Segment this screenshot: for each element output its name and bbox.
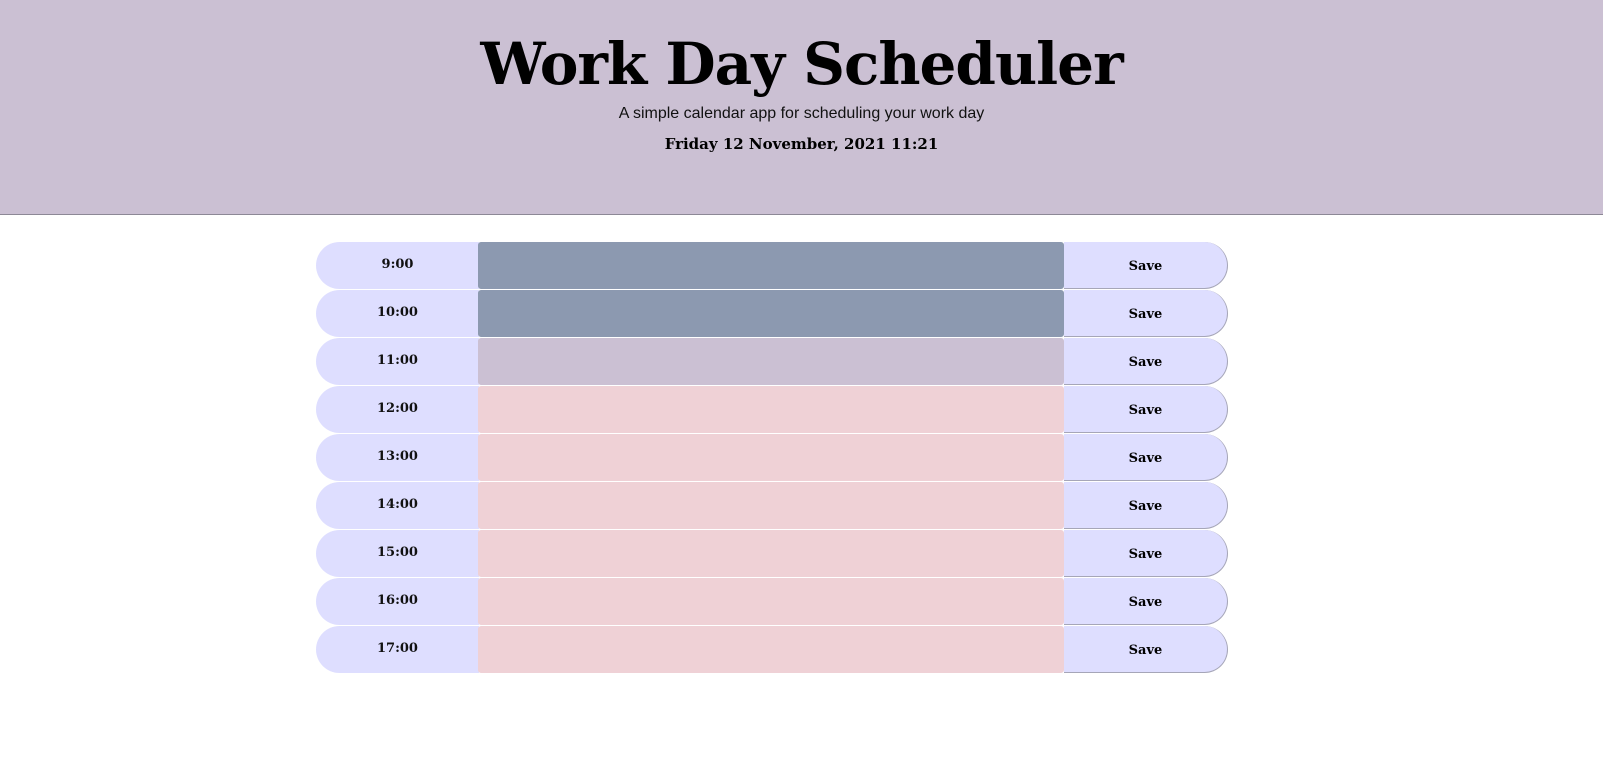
header-banner: Work Day Scheduler A simple calendar app… xyxy=(0,0,1603,215)
description-input[interactable] xyxy=(478,434,1064,481)
description-input[interactable] xyxy=(478,290,1064,337)
save-button[interactable]: Save xyxy=(1064,338,1228,385)
hour-label: 9:00 xyxy=(316,242,479,289)
hour-label: 17:00 xyxy=(316,626,479,673)
hour-label: 15:00 xyxy=(316,530,479,577)
time-block-row: 16:00 Save xyxy=(316,578,1229,625)
current-day: Friday 12 November, 2021 11:21 xyxy=(664,135,939,153)
save-button[interactable]: Save xyxy=(1064,290,1228,337)
hour-label: 11:00 xyxy=(316,338,479,385)
save-button[interactable]: Save xyxy=(1064,530,1228,577)
save-button[interactable]: Save xyxy=(1064,626,1228,673)
time-block-row: 11:00 Save xyxy=(316,338,1229,385)
description-input[interactable] xyxy=(478,242,1064,289)
time-block-row: 12:00 Save xyxy=(316,386,1229,433)
hour-label: 14:00 xyxy=(316,482,479,529)
description-input[interactable] xyxy=(478,386,1064,433)
save-button[interactable]: Save xyxy=(1064,482,1228,529)
time-block-row: 15:00 Save xyxy=(316,530,1229,577)
time-block-row: 13:00 Save xyxy=(316,434,1229,481)
time-block-row: 14:00 Save xyxy=(316,482,1229,529)
hour-label: 12:00 xyxy=(316,386,479,433)
save-button[interactable]: Save xyxy=(1064,578,1228,625)
description-input[interactable] xyxy=(478,626,1064,673)
time-block-row: 9:00 Save xyxy=(316,242,1229,289)
description-input[interactable] xyxy=(478,482,1064,529)
time-block-row: 17:00 Save xyxy=(316,626,1229,673)
save-button[interactable]: Save xyxy=(1064,242,1228,289)
hour-label: 16:00 xyxy=(316,578,479,625)
page-subtitle: A simple calendar app for scheduling you… xyxy=(618,105,985,122)
save-button[interactable]: Save xyxy=(1064,386,1228,433)
page-title: Work Day Scheduler xyxy=(480,30,1123,98)
description-input[interactable] xyxy=(478,338,1064,385)
save-button[interactable]: Save xyxy=(1064,434,1228,481)
hour-label: 13:00 xyxy=(316,434,479,481)
schedule-container: 9:00 Save 10:00 Save 11:00 Save 12:00 Sa… xyxy=(316,242,1229,674)
time-block-row: 10:00 Save xyxy=(316,290,1229,337)
hour-label: 10:00 xyxy=(316,290,479,337)
description-input[interactable] xyxy=(478,530,1064,577)
description-input[interactable] xyxy=(478,578,1064,625)
